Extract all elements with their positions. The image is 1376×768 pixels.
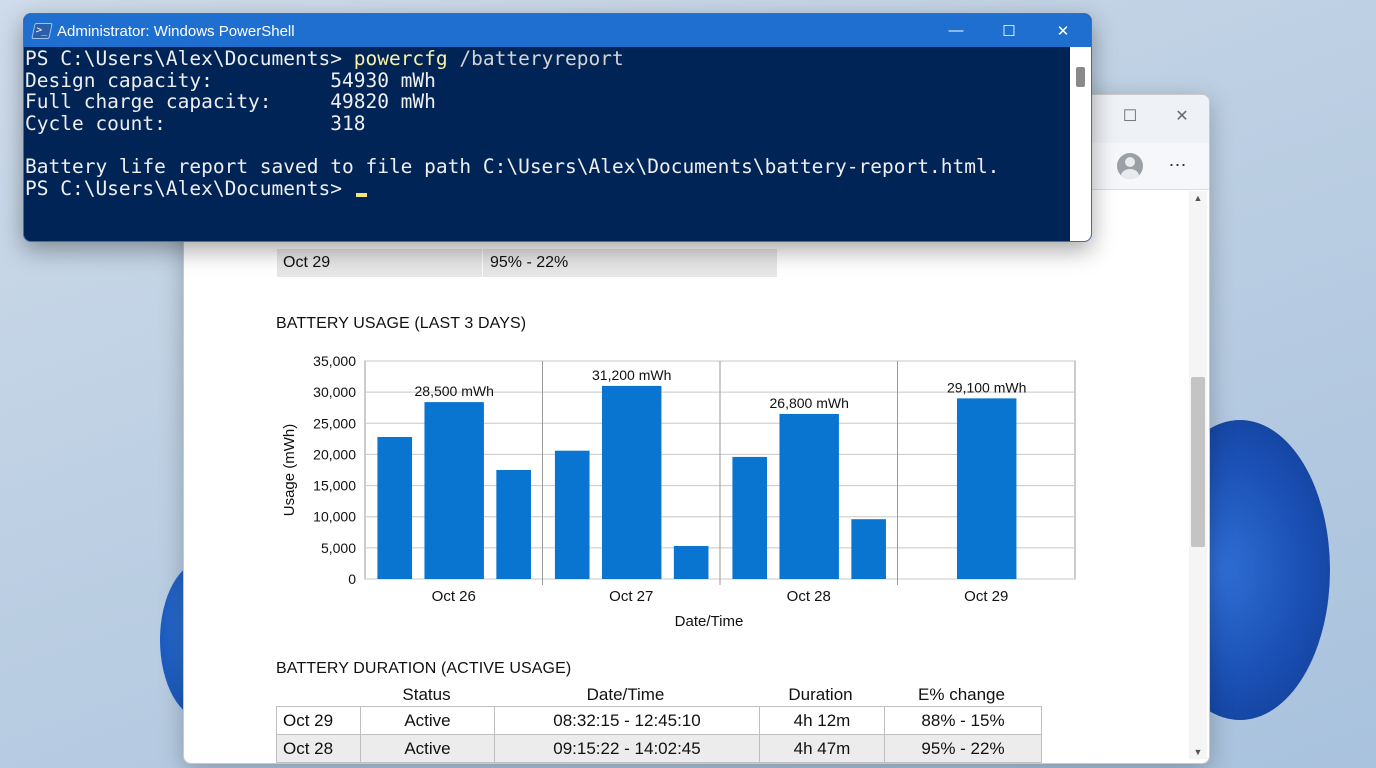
data-label: 26,800 mWh: [770, 395, 849, 411]
powershell-window: >_ Administrator: Windows PowerShell — ☐…: [23, 13, 1092, 242]
column-header-status: Status: [402, 685, 451, 704]
console-line: Battery life report saved to file path C…: [25, 155, 1000, 178]
bar: [732, 456, 768, 579]
window-title: Administrator: Windows PowerShell: [57, 23, 295, 40]
y-tick-label: 25,000: [313, 415, 356, 431]
column-header-change: E% change: [918, 685, 1005, 704]
maximize-icon: ☐: [1002, 22, 1016, 40]
x-tick-label: Oct 29: [964, 588, 1008, 605]
text-cursor: [355, 192, 367, 197]
data-label: 31,200 mWh: [592, 367, 671, 383]
bar: [554, 450, 590, 579]
powershell-titlebar[interactable]: >_ Administrator: Windows PowerShell — ☐…: [24, 14, 1091, 47]
console-line: Full charge capacity: 49820 mWh: [25, 90, 436, 114]
bar: [377, 436, 413, 579]
x-tick-label: Oct 28: [787, 588, 831, 605]
cell-status: Active: [360, 734, 495, 763]
cell-status: Active: [360, 706, 495, 735]
bar: [424, 402, 484, 579]
table-row: Oct 28 Active 09:15:22 - 14:02:45 4h 47m…: [276, 734, 1042, 763]
y-tick-label: 10,000: [313, 509, 356, 525]
x-axis-label: Date/Time: [675, 613, 744, 630]
y-tick-label: 30,000: [313, 384, 356, 400]
cell-change: 88% - 15%: [884, 706, 1042, 735]
maximize-button[interactable]: ☐: [986, 14, 1032, 47]
bar: [601, 385, 662, 579]
column-header-duration: Duration: [788, 685, 853, 704]
scroll-down-icon[interactable]: ▼: [1189, 745, 1207, 759]
y-tick-label: 35,000: [313, 353, 356, 369]
bar: [673, 545, 709, 579]
bar: [851, 519, 886, 579]
y-tick-label: 0: [348, 571, 356, 587]
y-tick-label: 20,000: [313, 446, 356, 462]
x-tick-label: Oct 26: [432, 588, 476, 605]
prompt: PS C:\Users\Alex\Documents>: [25, 47, 354, 70]
console-output[interactable]: PS C:\Users\Alex\Documents> powercfg /ba…: [24, 47, 1070, 241]
console-scrollbar[interactable]: [1070, 47, 1091, 241]
cell-change: 95% - 22%: [884, 734, 1042, 763]
console-line: Design capacity: 54930 mWh: [25, 68, 436, 92]
cell-date: Oct 29: [276, 706, 361, 735]
powershell-icon: >_: [31, 23, 53, 39]
scroll-thumb[interactable]: [1076, 67, 1085, 87]
cell-datetime: 09:15:22 - 14:02:45: [494, 734, 760, 763]
console-line: PS C:\Users\Alex\Documents> powercfg /ba…: [25, 48, 624, 70]
bar: [779, 413, 839, 579]
y-tick-label: 5,000: [321, 540, 356, 556]
y-axis-label: Usage (mWh): [281, 424, 298, 517]
console-line: PS C:\Users\Alex\Documents>: [25, 176, 367, 200]
cell-duration: 4h 47m: [759, 734, 885, 763]
command: powercfg: [353, 47, 448, 70]
prompt: PS C:\Users\Alex\Documents>: [25, 176, 354, 200]
data-label: 28,500 mWh: [415, 383, 494, 399]
cell-duration: 4h 12m: [759, 706, 885, 735]
cell-datetime: 08:32:15 - 12:45:10: [494, 706, 760, 735]
duration-table: Oct 29 Active 08:32:15 - 12:45:10 4h 12m…: [276, 706, 1042, 763]
column-header-datetime: Date/Time: [586, 685, 665, 704]
minimize-icon: —: [948, 22, 964, 39]
table-row: Oct 29 Active 08:32:15 - 12:45:10 4h 12m…: [276, 706, 1042, 735]
console-line: Cycle count: 318: [25, 111, 366, 135]
bar: [496, 470, 531, 579]
bar: [956, 398, 1017, 579]
close-icon: ✕: [1056, 22, 1070, 40]
x-tick-label: Oct 27: [609, 588, 653, 605]
close-button[interactable]: ✕: [1040, 14, 1086, 47]
y-tick-label: 15,000: [313, 478, 356, 494]
minimize-button[interactable]: —: [933, 14, 979, 47]
command-args: /batteryreport: [447, 47, 624, 70]
cell-date: Oct 28: [276, 734, 361, 763]
data-label: 29,100 mWh: [947, 379, 1026, 395]
duration-section-title: BATTERY DURATION (ACTIVE USAGE): [276, 660, 572, 677]
